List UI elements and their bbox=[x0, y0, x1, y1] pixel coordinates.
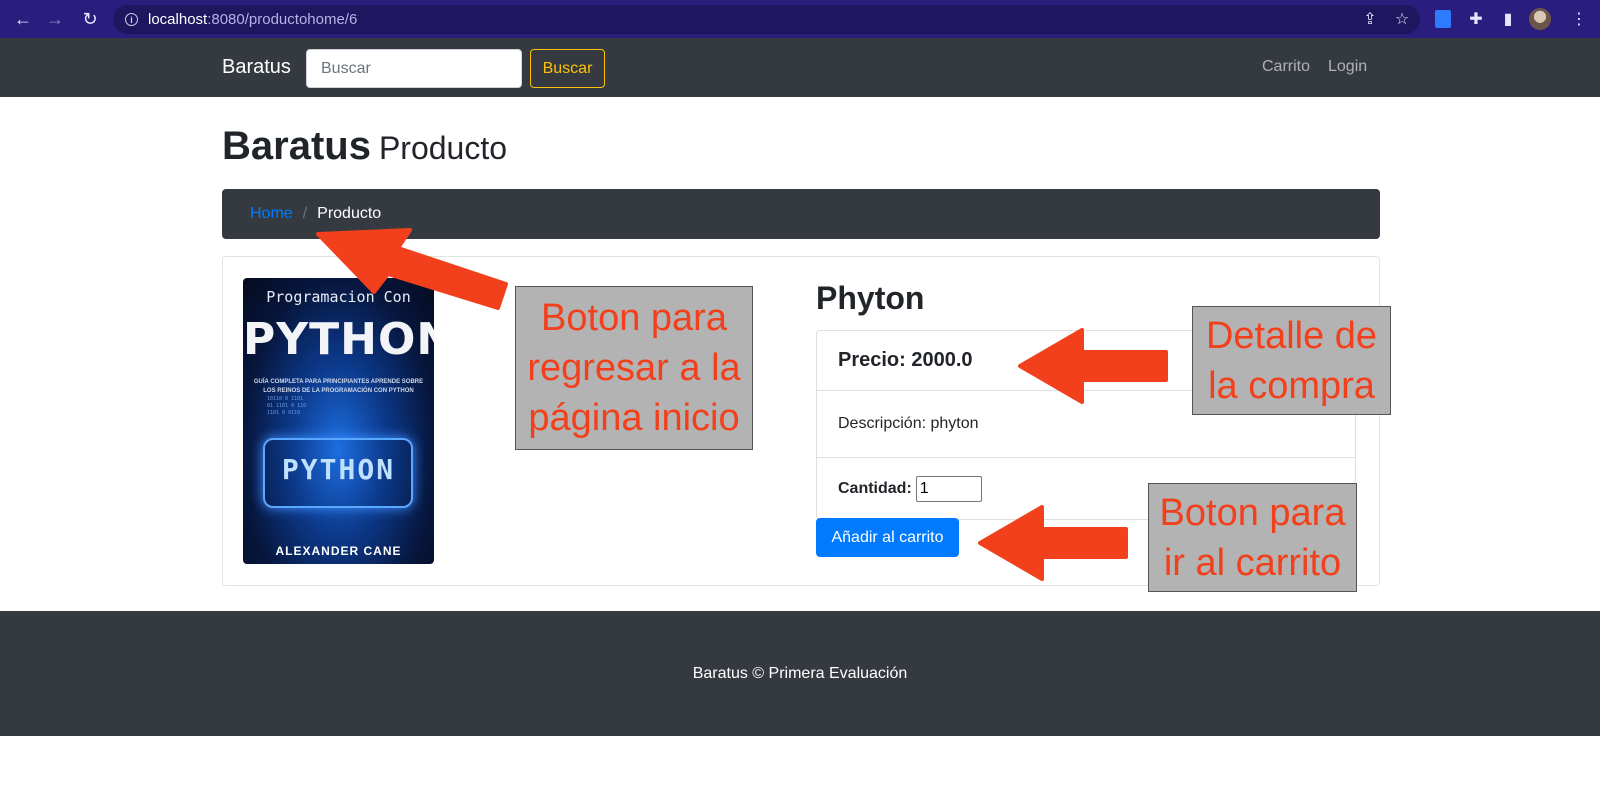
cover-subtitle: GUÍA COMPLETA PARA PRINCIPIANTES APRENDE… bbox=[253, 379, 424, 394]
quantity-input[interactable] bbox=[915, 475, 982, 502]
page-title: Baratus Producto bbox=[222, 124, 507, 169]
page-title-main: Baratus bbox=[222, 124, 371, 168]
reload-icon[interactable]: ↻ bbox=[79, 8, 101, 30]
annotation-home-text: Boton para regresar a la página inicio bbox=[527, 297, 741, 439]
address-bar[interactable]: i localhost:8080/productohome/6 bbox=[113, 5, 1420, 34]
breadcrumb-separator: / bbox=[302, 205, 308, 222]
annotation-cart-text: Boton para ir al carrito bbox=[1159, 491, 1346, 584]
browser-toolbar: ← → ↻ i localhost:8080/productohome/6 ⇪ … bbox=[0, 0, 1600, 38]
star-icon[interactable]: ☆ bbox=[1391, 8, 1413, 30]
forward-icon[interactable]: → bbox=[44, 8, 66, 30]
annotation-detail-text: Detalle de la compra bbox=[1205, 314, 1378, 407]
price-text: Precio: 2000.0 bbox=[838, 349, 973, 371]
nav-link-login[interactable]: Login bbox=[1328, 58, 1367, 76]
arrow-to-cart-button-icon bbox=[978, 505, 1128, 581]
cover-title-line2: PYTHON bbox=[243, 314, 434, 365]
sidepanel-icon[interactable]: ▮ bbox=[1497, 8, 1519, 30]
add-to-cart-button[interactable]: Añadir al carrito bbox=[816, 518, 959, 557]
url-host: localhost bbox=[148, 11, 208, 28]
site-navbar: Baratus Buscar Carrito Login bbox=[0, 38, 1600, 97]
product-name: Phyton bbox=[816, 280, 925, 316]
annotation-detail-note: Detalle de la compra bbox=[1192, 306, 1391, 415]
profile-avatar[interactable] bbox=[1529, 8, 1551, 30]
cover-python-label: PYTHON bbox=[281, 453, 396, 486]
info-icon[interactable]: i bbox=[125, 13, 138, 26]
puzzle-icon[interactable]: ✚ bbox=[1465, 8, 1487, 30]
arrow-to-price-icon bbox=[1018, 328, 1168, 404]
extension-icon[interactable] bbox=[1432, 8, 1454, 30]
url-path: :8080/productohome/6 bbox=[207, 11, 358, 28]
description-text: Descripción: phyton bbox=[838, 415, 979, 432]
menu-icon[interactable]: ⋮ bbox=[1568, 8, 1590, 30]
brand-link[interactable]: Baratus bbox=[222, 56, 291, 79]
breadcrumb-home-link[interactable]: Home bbox=[250, 205, 293, 223]
share-icon[interactable]: ⇪ bbox=[1359, 8, 1381, 30]
annotation-home-note: Boton para regresar a la página inicio bbox=[515, 286, 753, 450]
nav-link-carrito[interactable]: Carrito bbox=[1262, 58, 1310, 76]
cover-code-decoration: 10110 0 1101 01 1101 0 110 1101 0 0110 bbox=[267, 396, 307, 416]
site-footer: Baratus © Primera Evaluación bbox=[0, 611, 1600, 736]
annotation-cart-note: Boton para ir al carrito bbox=[1148, 483, 1357, 592]
breadcrumb-current: Producto bbox=[317, 205, 382, 222]
footer-text: Baratus © Primera Evaluación bbox=[692, 664, 908, 682]
back-icon[interactable]: ← bbox=[12, 8, 34, 30]
page-title-sub: Producto bbox=[378, 130, 508, 166]
arrow-to-home-icon bbox=[316, 228, 508, 310]
cover-author: ALEXANDER CANE bbox=[275, 544, 402, 558]
search-input[interactable] bbox=[306, 49, 522, 88]
product-cover-image: Programacion Con PYTHON GUÍA COMPLETA PA… bbox=[243, 278, 434, 564]
quantity-label: Cantidad: bbox=[838, 479, 912, 497]
search-button[interactable]: Buscar bbox=[530, 49, 605, 88]
